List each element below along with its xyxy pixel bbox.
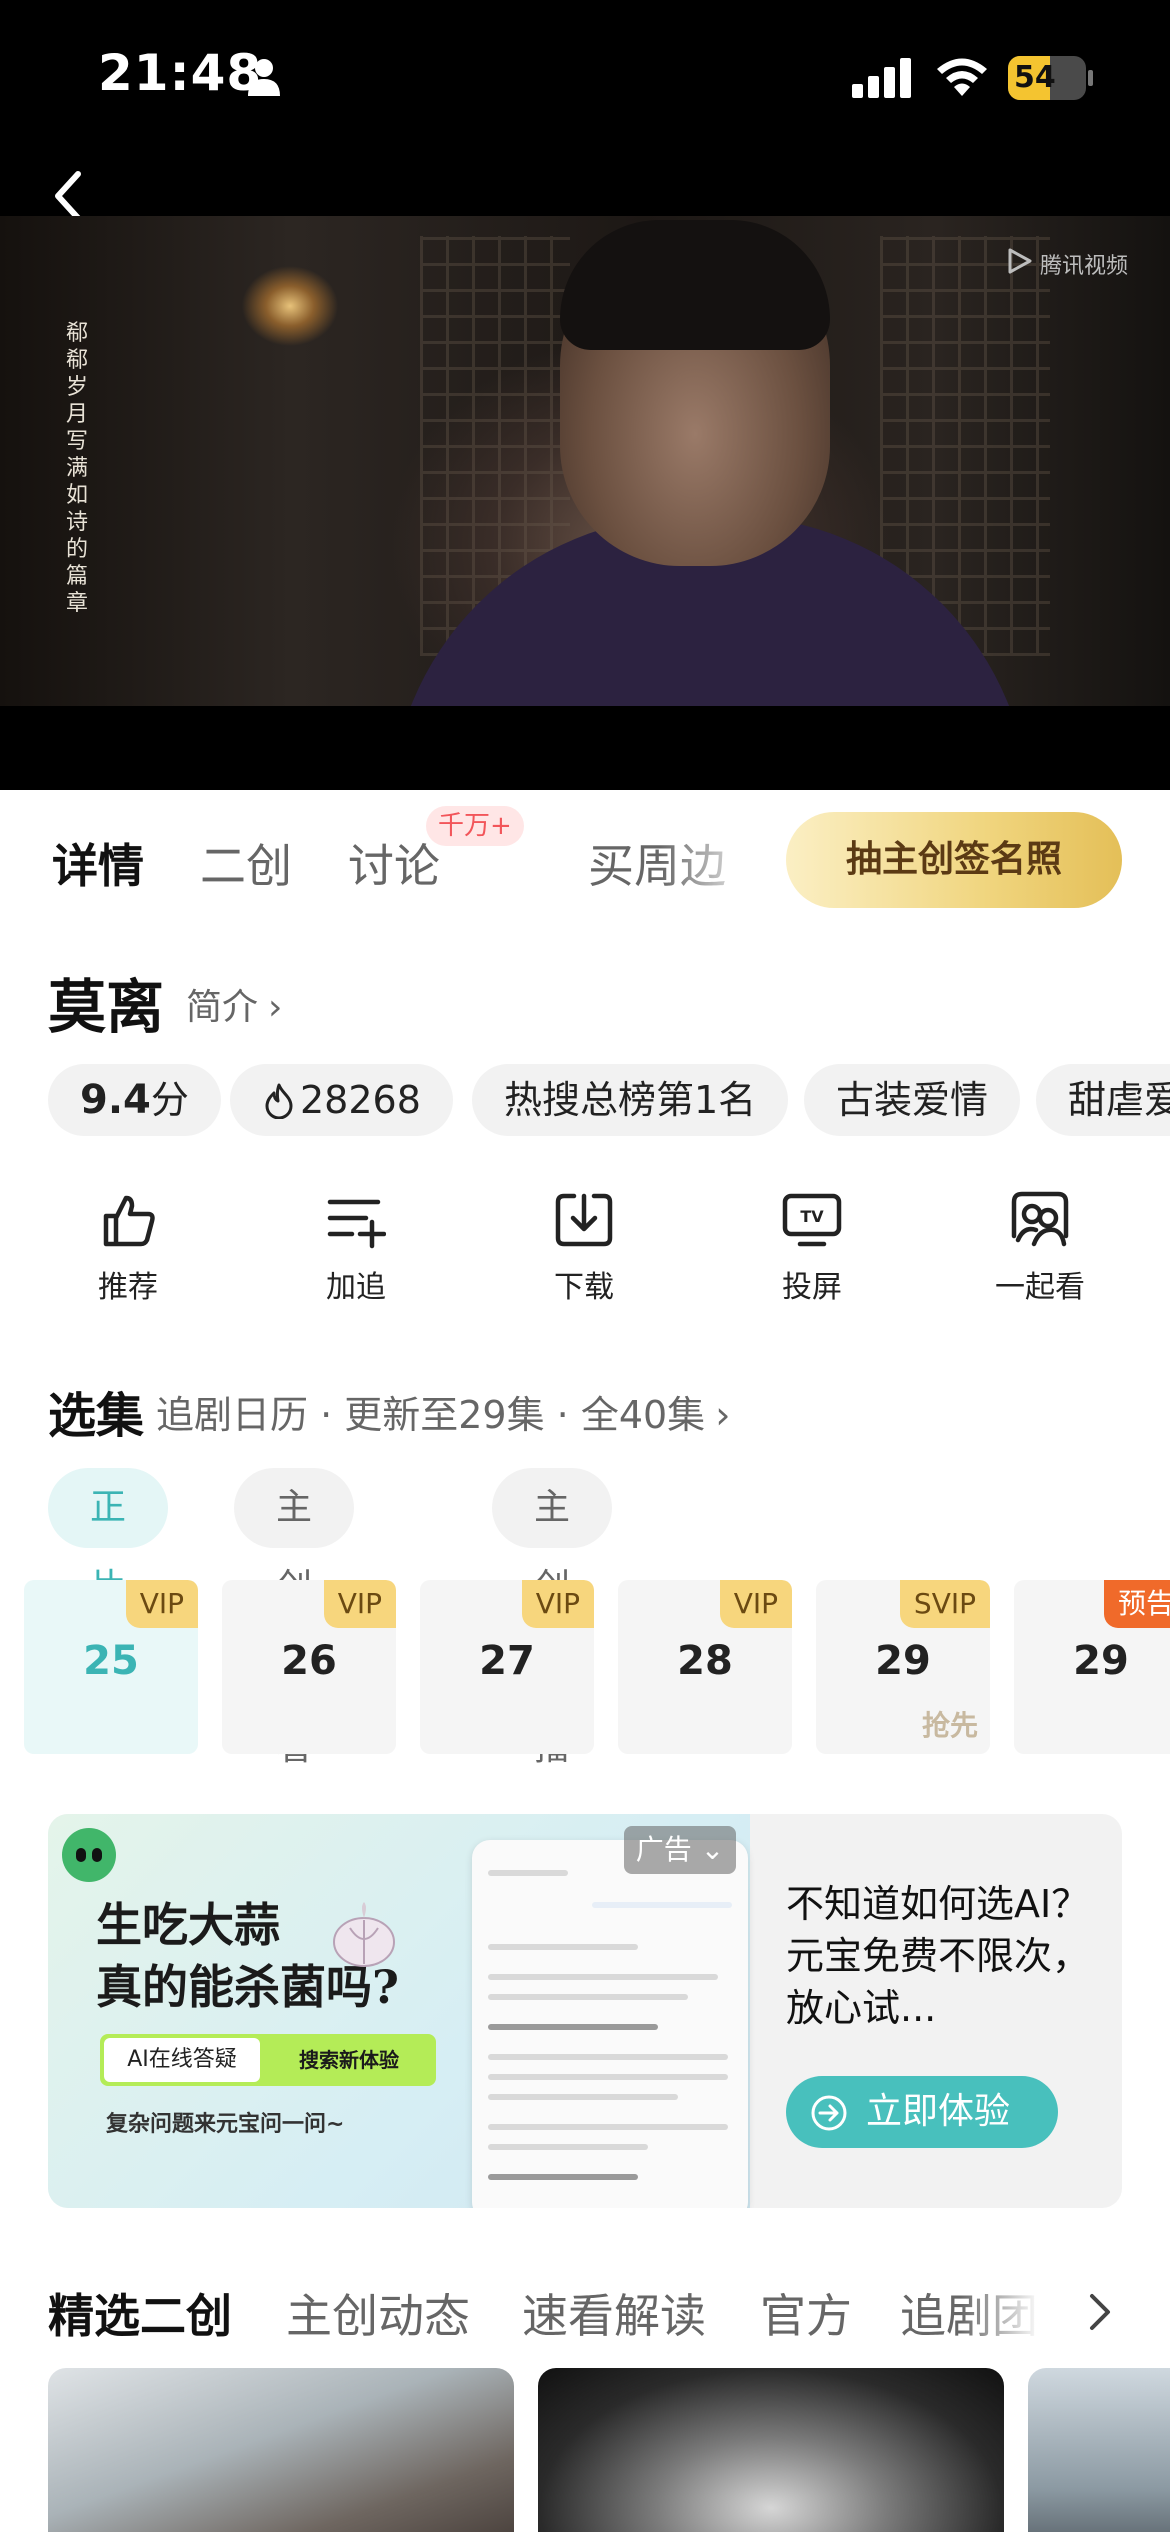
video-player[interactable]: 腾讯视频 郗郗岁月写满如诗的篇章 — [0, 216, 1170, 706]
recommend-button[interactable]: 推荐 — [58, 1190, 198, 1306]
vip-badge: VIP — [521, 1580, 594, 1628]
tv-cast-icon: TV — [782, 1193, 842, 1247]
early-access-label: 抢先 — [921, 1709, 978, 1742]
video-thumbnail[interactable] — [48, 2368, 514, 2532]
video-area: 21:48 54 腾讯视频 郗郗岁月写满如诗的篇章 — [0, 0, 1170, 790]
watch-together-button[interactable]: 一起看 — [970, 1190, 1110, 1306]
content-tabs: 精选二创 主创动态 速看解读 官方 追剧团 — [0, 2270, 1170, 2350]
ad-description: 不知道如何选AI？元宝免费不限次，放心试... — [786, 1882, 1091, 2030]
video-figure-hair — [560, 220, 830, 350]
episode-item[interactable]: VIP 26 — [222, 1580, 396, 1754]
status-bar: 21:48 54 — [0, 0, 1170, 150]
ad-phone-mockup — [472, 1840, 748, 2208]
ad-label[interactable]: 广告 ⌄ — [624, 1826, 736, 1874]
video-bottom-bar — [0, 706, 1170, 790]
popularity-tag[interactable]: 28268 — [230, 1064, 453, 1136]
try-now-button[interactable]: 立即体验 — [786, 2076, 1058, 2148]
video-watermark: 腾讯视频 — [1040, 254, 1129, 279]
video-thumbnail[interactable] — [538, 2368, 1004, 2532]
episode-item[interactable]: VIP 28 — [618, 1580, 792, 1754]
score-tag: 9.4分 — [48, 1064, 221, 1136]
tab-details[interactable]: 详情 — [52, 830, 144, 896]
signal-icon — [852, 58, 911, 98]
genre-tag[interactable]: 古装爱情 — [804, 1064, 1021, 1136]
tab-fan-creations[interactable]: 二创 — [200, 830, 292, 896]
episodes-calendar-link[interactable]: 追剧日历 · 更新至29集 · 全40集 › — [156, 1384, 730, 1439]
status-time: 21:48 — [98, 44, 263, 102]
video-poem-caption: 郗郗岁月写满如诗的篇章 — [65, 321, 88, 616]
svip-badge: SVIP — [899, 1580, 990, 1628]
cast-button[interactable]: TV 投屏 — [742, 1190, 882, 1306]
vip-badge: VIP — [719, 1580, 792, 1628]
show-title: 莫离 — [48, 973, 165, 1041]
watch-together-icon — [1011, 1191, 1069, 1247]
discussion-count-badge: 千万+ — [426, 806, 524, 846]
add-to-follow-button[interactable]: 加追 — [286, 1190, 426, 1306]
download-icon — [555, 1193, 613, 1247]
chip-main-episodes[interactable]: 正片 — [48, 1468, 169, 1608]
tab-cast-updates[interactable]: 主创动态 — [286, 2280, 470, 2346]
ad-card[interactable]: 生吃大蒜 真的能杀菌吗? AI在线答疑 搜索新体验 复杂问题来元宝问一问~ 广告… — [48, 1814, 1122, 2208]
garlic-icon — [333, 1902, 395, 1967]
person-icon — [248, 59, 280, 96]
tab-quick-recap[interactable]: 速看解读 — [522, 2280, 706, 2346]
vip-badge: VIP — [323, 1580, 396, 1628]
hot-search-tag[interactable]: 热搜总榜第1名 — [472, 1064, 789, 1136]
chevron-right-icon: › — [268, 987, 283, 1028]
episode-item[interactable]: VIP 25 — [24, 1580, 198, 1754]
enter-arrow-icon — [811, 2095, 847, 2131]
tab-discussion[interactable]: 讨论 — [348, 830, 440, 896]
flame-icon — [265, 1083, 293, 1120]
episode-item[interactable]: 预告 29 — [1014, 1580, 1170, 1754]
wifi-icon — [937, 58, 987, 96]
chevron-right-icon: › — [715, 1393, 731, 1437]
vip-badge: VIP — [125, 1580, 198, 1628]
chevron-right-icon[interactable] — [1084, 2290, 1114, 2334]
svg-text:TV: TV — [800, 1207, 824, 1226]
intro-link[interactable]: 简介 › — [186, 978, 282, 1030]
episode-list: VIP 25 VIP 26 VIP 27 VIP 28 SVIP 29 抢先 预… — [0, 1580, 1170, 1754]
battery-indicator: 54 — [1008, 56, 1093, 100]
episodes-title: 选集 — [48, 1388, 145, 1444]
chip-cast-live[interactable]: 主创直播 — [492, 1468, 613, 1768]
battery-level: 54 — [1014, 60, 1056, 95]
chevron-down-icon: ⌄ — [700, 1833, 725, 1866]
add-list-icon — [327, 1199, 386, 1249]
video-thumbnail[interactable] — [1028, 2368, 1170, 2532]
preview-badge: 预告 — [1103, 1580, 1170, 1628]
tencent-video-logo-icon — [1008, 248, 1032, 274]
thumbs-up-icon — [103, 1195, 155, 1247]
tab-featured-creations[interactable]: 精选二创 — [48, 2280, 232, 2346]
action-row: 推荐 加追 下载 TV 投屏 一起看 — [0, 1190, 1170, 1320]
creation-thumbnails — [0, 2368, 1170, 2532]
ad-slogan: 复杂问题来元宝问一问~ — [106, 2112, 345, 2137]
download-button[interactable]: 下载 — [514, 1190, 654, 1306]
yuanbao-logo-icon — [62, 1828, 116, 1882]
ad-image: 生吃大蒜 真的能杀菌吗? AI在线答疑 搜索新体验 复杂问题来元宝问一问~ 广告… — [48, 1814, 750, 2208]
chip-cast-watch-along[interactable]: 主创陪看 — [234, 1468, 355, 1768]
episode-item[interactable]: VIP 27 — [420, 1580, 594, 1754]
tab-official[interactable]: 官方 — [760, 2280, 852, 2346]
genre-tag-2[interactable]: 甜虐爱 — [1036, 1064, 1170, 1136]
ad-search-bar: AI在线答疑 搜索新体验 — [100, 2034, 436, 2086]
detail-tabs: 详情 二创 讨论 千万+ 买周边 抽主创签名照 — [0, 790, 1170, 940]
episode-item[interactable]: SVIP 29 抢先 — [816, 1580, 990, 1754]
signed-photo-lottery-button[interactable]: 抽主创签名照 — [786, 812, 1122, 908]
